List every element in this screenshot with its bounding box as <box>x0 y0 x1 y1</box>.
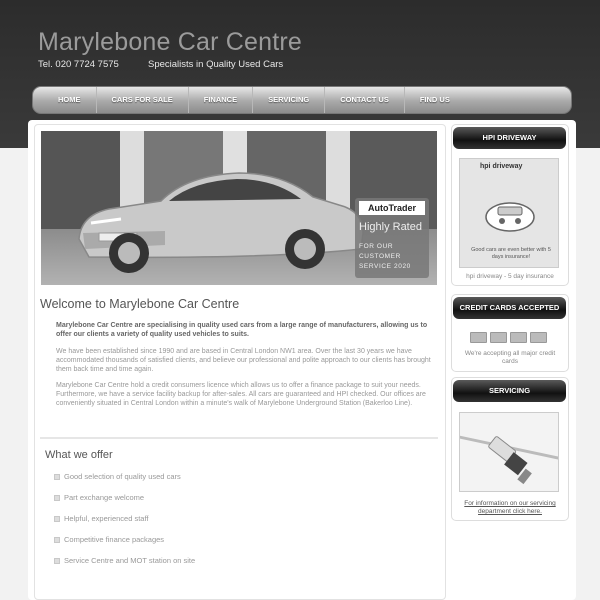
card-logos <box>470 332 547 343</box>
hpi-heading: HPI DRIVEWAY <box>453 127 566 149</box>
hpi-caption: hpi driveway - 5 day insurance <box>466 273 554 280</box>
nav-find-us[interactable]: FIND US <box>405 87 465 113</box>
credit-cards-heading: CREDIT CARDS ACCEPTED <box>453 297 566 319</box>
card-icon <box>470 332 487 343</box>
hpi-logo: hpi driveway <box>480 163 523 170</box>
card-icon <box>530 332 547 343</box>
site-title[interactable]: Marylebone Car Centre <box>38 28 302 57</box>
welcome-heading: Welcome to Marylebone Car Centre <box>40 297 240 311</box>
card-icon <box>490 332 507 343</box>
offer-heading: What we offer <box>45 449 113 461</box>
autotrader-logo: AutoTrader <box>359 201 425 215</box>
intro-paragraph: Marylebone Car Centre are specialising i… <box>56 322 428 338</box>
bullet-icon <box>54 537 60 543</box>
main-nav: HOME CARS FOR SALE FINANCE SERVICING CON… <box>32 86 572 114</box>
offer-text: Competitive finance packages <box>64 535 165 544</box>
car-icon <box>485 202 535 232</box>
section-divider <box>40 437 438 439</box>
offer-text: Helpful, experienced staff <box>64 514 149 523</box>
tagline: Specialists in Quality Used Cars <box>148 59 284 70</box>
history-paragraph: We have been established since 1990 and … <box>56 348 431 373</box>
offer-text: Good selection of quality used cars <box>64 472 181 481</box>
list-item: Service Centre and MOT station on site <box>54 554 195 575</box>
offer-list: Good selection of quality used cars Part… <box>54 470 195 575</box>
spark-plug-icon <box>451 434 567 485</box>
nav-finance[interactable]: FINANCE <box>189 87 254 113</box>
badge-highly-rated: Highly Rated <box>359 221 422 233</box>
hpi-banner[interactable]: hpi driveway Good cars are even better w… <box>459 158 559 268</box>
list-item: Part exchange welcome <box>54 491 195 512</box>
autotrader-badge: AutoTrader Highly Rated FOR OUR CUSTOMER… <box>355 198 429 278</box>
servicing-link[interactable]: For information on our servicing departm… <box>458 500 562 516</box>
offer-text: Service Centre and MOT station on site <box>64 556 196 565</box>
list-item: Good selection of quality used cars <box>54 470 195 491</box>
list-item: Helpful, experienced staff <box>54 512 195 533</box>
bullet-icon <box>54 558 60 564</box>
bullet-icon <box>54 474 60 480</box>
card-icon <box>510 332 527 343</box>
nav-contact-us[interactable]: CONTACT US <box>325 87 405 113</box>
telephone: Tel. 020 7724 7575 <box>38 59 119 70</box>
badge-subtitle: FOR OUR CUSTOMER SERVICE 2020 <box>359 243 411 270</box>
bullet-icon <box>54 516 60 522</box>
list-item: Competitive finance packages <box>54 533 195 554</box>
offer-text: Part exchange welcome <box>64 493 145 502</box>
servicing-heading: SERVICING <box>453 380 566 402</box>
servicing-image[interactable] <box>451 412 567 492</box>
nav-home[interactable]: HOME <box>43 87 97 113</box>
hpi-note: Good cars are even better with 5 days in… <box>471 247 551 260</box>
credit-cards-note: We're accepting all major credit cards <box>464 350 556 365</box>
finance-paragraph: Marylebone Car Centre hold a credit cons… <box>56 382 426 407</box>
bullet-icon <box>54 495 60 501</box>
car-illustration <box>78 172 364 273</box>
nav-cars-for-sale[interactable]: CARS FOR SALE <box>97 87 189 113</box>
nav-servicing[interactable]: SERVICING <box>253 87 326 113</box>
